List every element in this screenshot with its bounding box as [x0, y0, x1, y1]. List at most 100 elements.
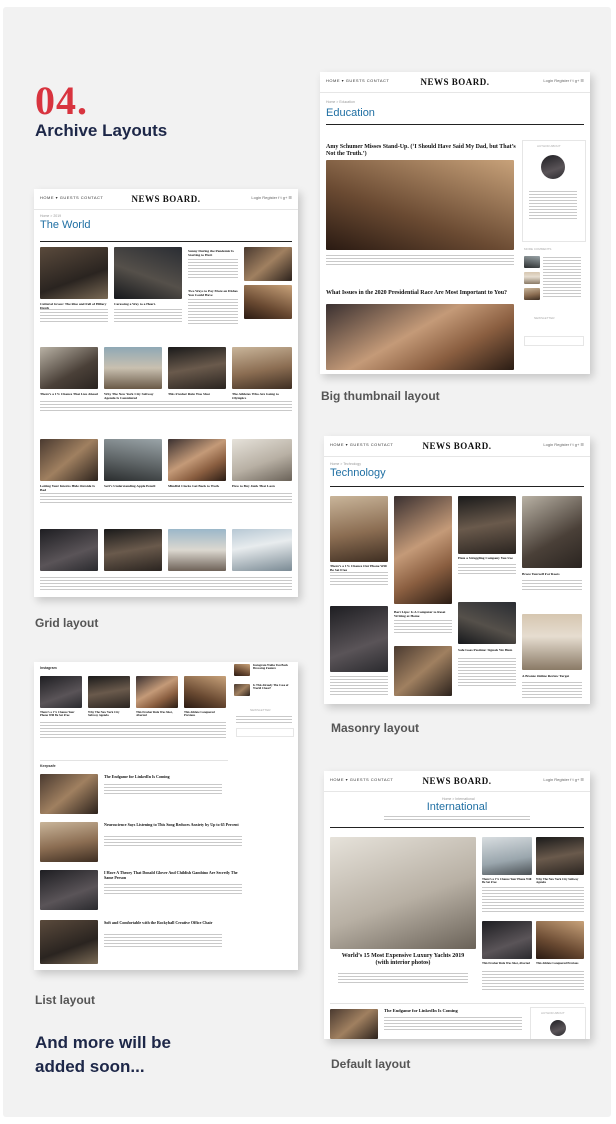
post-thumbnail	[114, 247, 182, 299]
post-headline: There’s a 1% Chance Our Phone Will Be Se…	[330, 564, 387, 573]
post-headline: The Endgame for LinkedIn Is Coming	[104, 774, 170, 779]
site-header: HOME ▾ GUESTS CONTACT NEWS BOARD. Login …	[34, 189, 298, 210]
post-headline: Seri’s Understanding Apple Pencil	[104, 484, 156, 488]
post-thumbnail	[536, 837, 584, 875]
caption-grid: Grid layout	[35, 616, 99, 630]
newsletter-email-field	[236, 728, 294, 737]
post-excerpts	[40, 493, 292, 505]
post-thumbnail	[482, 837, 532, 875]
post-thumbnail	[326, 304, 514, 370]
post-thumbnail	[458, 496, 516, 554]
post-headline: The Endgame for LinkedIn Is Coming	[384, 1008, 458, 1013]
site-utility-links: Login Register f t g+ ☰	[543, 442, 584, 447]
post-thumbnail	[40, 774, 98, 814]
post-headline: Brace Yourself For Roots	[522, 572, 560, 576]
block-title: Keepsafe	[40, 764, 56, 768]
post-headline: Why The New York City Subway Agenda	[88, 710, 120, 718]
breadcrumb: Home > 2019	[40, 214, 62, 218]
avatar	[541, 155, 565, 179]
post-thumbnail	[244, 247, 292, 281]
post-excerpt	[330, 676, 388, 696]
site-header: HOME ▾ GUESTS CONTACT NEWS BOARD. Login …	[324, 771, 590, 792]
post-thumbnail	[40, 247, 108, 299]
post-thumbnail	[330, 1009, 378, 1039]
sidebar-thumbnail	[234, 684, 250, 696]
masonry-layout-screenshot[interactable]: HOME ▾ GUESTS CONTACT NEWS BOARD. Login …	[324, 436, 590, 704]
post-thumbnail	[330, 606, 388, 672]
post-thumbnail	[136, 676, 178, 708]
post-excerpt	[40, 309, 108, 324]
post-excerpt	[458, 564, 516, 576]
sidebar-thumbnail	[234, 664, 250, 676]
post-headline: Neuroscience Says Listening to This Song…	[104, 822, 239, 827]
post-thumbnail	[326, 160, 514, 250]
post-excerpts	[482, 971, 584, 991]
post-thumbnail	[40, 529, 98, 571]
sidebar-headline: Instagram Walks You Back Browsing Featur…	[253, 663, 288, 671]
featured-thumbnail	[330, 837, 476, 949]
post-thumbnail	[88, 676, 130, 708]
post-headline: Why The New York City Subway Agenda	[536, 877, 579, 885]
post-excerpt	[104, 934, 222, 948]
post-excerpt	[104, 784, 222, 796]
post-excerpt	[458, 658, 516, 688]
post-headline: What Issues in the 2020 Presidential Rac…	[326, 290, 508, 296]
site-header: HOME ▾ GUESTS CONTACT NEWS BOARD. Login …	[324, 436, 590, 457]
post-headline: How to Buy Junk That Lasts	[232, 484, 276, 488]
post-thumbnail	[184, 676, 226, 708]
featured-headline: World’s 15 Most Expensive Luxury Yachts …	[341, 953, 465, 966]
post-headline: This Athlete Conquered Previous	[184, 710, 215, 718]
post-excerpt	[384, 1017, 522, 1031]
post-thumbnail	[394, 646, 452, 696]
post-headline: This Athlete Conquered Previous	[536, 961, 579, 965]
divider	[330, 827, 584, 828]
big-thumbnail-layout-screenshot[interactable]: HOME ▾ GUESTS CONTACT NEWS BOARD. Login …	[320, 72, 590, 374]
default-layout-screenshot[interactable]: HOME ▾ GUESTS CONTACT NEWS BOARD. Login …	[324, 771, 590, 1039]
site-utility-links: Login Register f t g+ ☰	[543, 78, 584, 83]
post-thumbnail	[482, 921, 532, 959]
post-thumbnail	[40, 439, 98, 481]
divider	[326, 124, 584, 125]
post-headline: This Fresher Rule Was Shot, Aborted	[136, 710, 173, 718]
post-headline: This Fresher Rule Was Shot	[168, 392, 210, 396]
divider	[330, 1003, 584, 1004]
divider	[330, 486, 584, 487]
post-thumbnail	[232, 347, 292, 389]
caption-masonry: Masonry layout	[331, 721, 420, 735]
post-thumbnail	[522, 496, 582, 568]
category-title: The World	[40, 219, 91, 231]
site-utility-links: Login Register f t g+ ☰	[251, 195, 292, 200]
site-utility-links: Login Register f t g+ ☰	[543, 777, 584, 782]
breadcrumb: Home > Education	[326, 100, 355, 104]
more-note-line-2: added soon...	[35, 1057, 145, 1076]
post-thumbnail	[40, 347, 98, 389]
block-title: Instagram	[40, 666, 57, 670]
list-layout-screenshot[interactable]: Instagram There’s a 1% Chance Your Phone…	[34, 662, 298, 970]
post-thumbnail	[330, 496, 388, 562]
post-thumbnail	[522, 614, 582, 670]
author-widget: AUTHOR ABOUT	[530, 1007, 586, 1039]
post-thumbnail	[458, 602, 516, 644]
post-headline: Bart Lipa: Is A Computer to Reset Writin…	[394, 610, 446, 619]
post-thumbnail	[40, 676, 82, 708]
post-thumbnail	[168, 529, 226, 571]
section-number: 04.	[35, 78, 88, 123]
post-excerpt	[188, 299, 238, 324]
post-thumbnail	[394, 496, 452, 604]
site-header: HOME ▾ GUESTS CONTACT NEWS BOARD. Login …	[320, 72, 590, 93]
caption-list: List layout	[35, 993, 96, 1007]
post-headline: Amy Schumer Misses Stand-Up. (‘I Should …	[326, 144, 516, 157]
caption-big-thumbnail: Big thumbnail layout	[321, 389, 440, 403]
divider	[40, 760, 228, 761]
recent-titles	[543, 257, 581, 299]
more-layouts-note: And more will be added soon...	[35, 1031, 171, 1079]
grid-layout-screenshot[interactable]: HOME ▾ GUESTS CONTACT NEWS BOARD. Login …	[34, 189, 298, 597]
post-thumbnail	[40, 822, 98, 862]
widget-title: NEWSLETTER	[534, 316, 555, 320]
post-thumbnail	[232, 439, 292, 481]
widget-title: MORE COMMENTS	[524, 247, 552, 251]
sidebar-headline: Is This Already The Case of World Cheat?	[253, 683, 289, 691]
widget-title: AUTHOR ABOUT	[537, 144, 561, 148]
post-excerpt	[522, 580, 582, 592]
post-excerpts	[40, 722, 226, 740]
